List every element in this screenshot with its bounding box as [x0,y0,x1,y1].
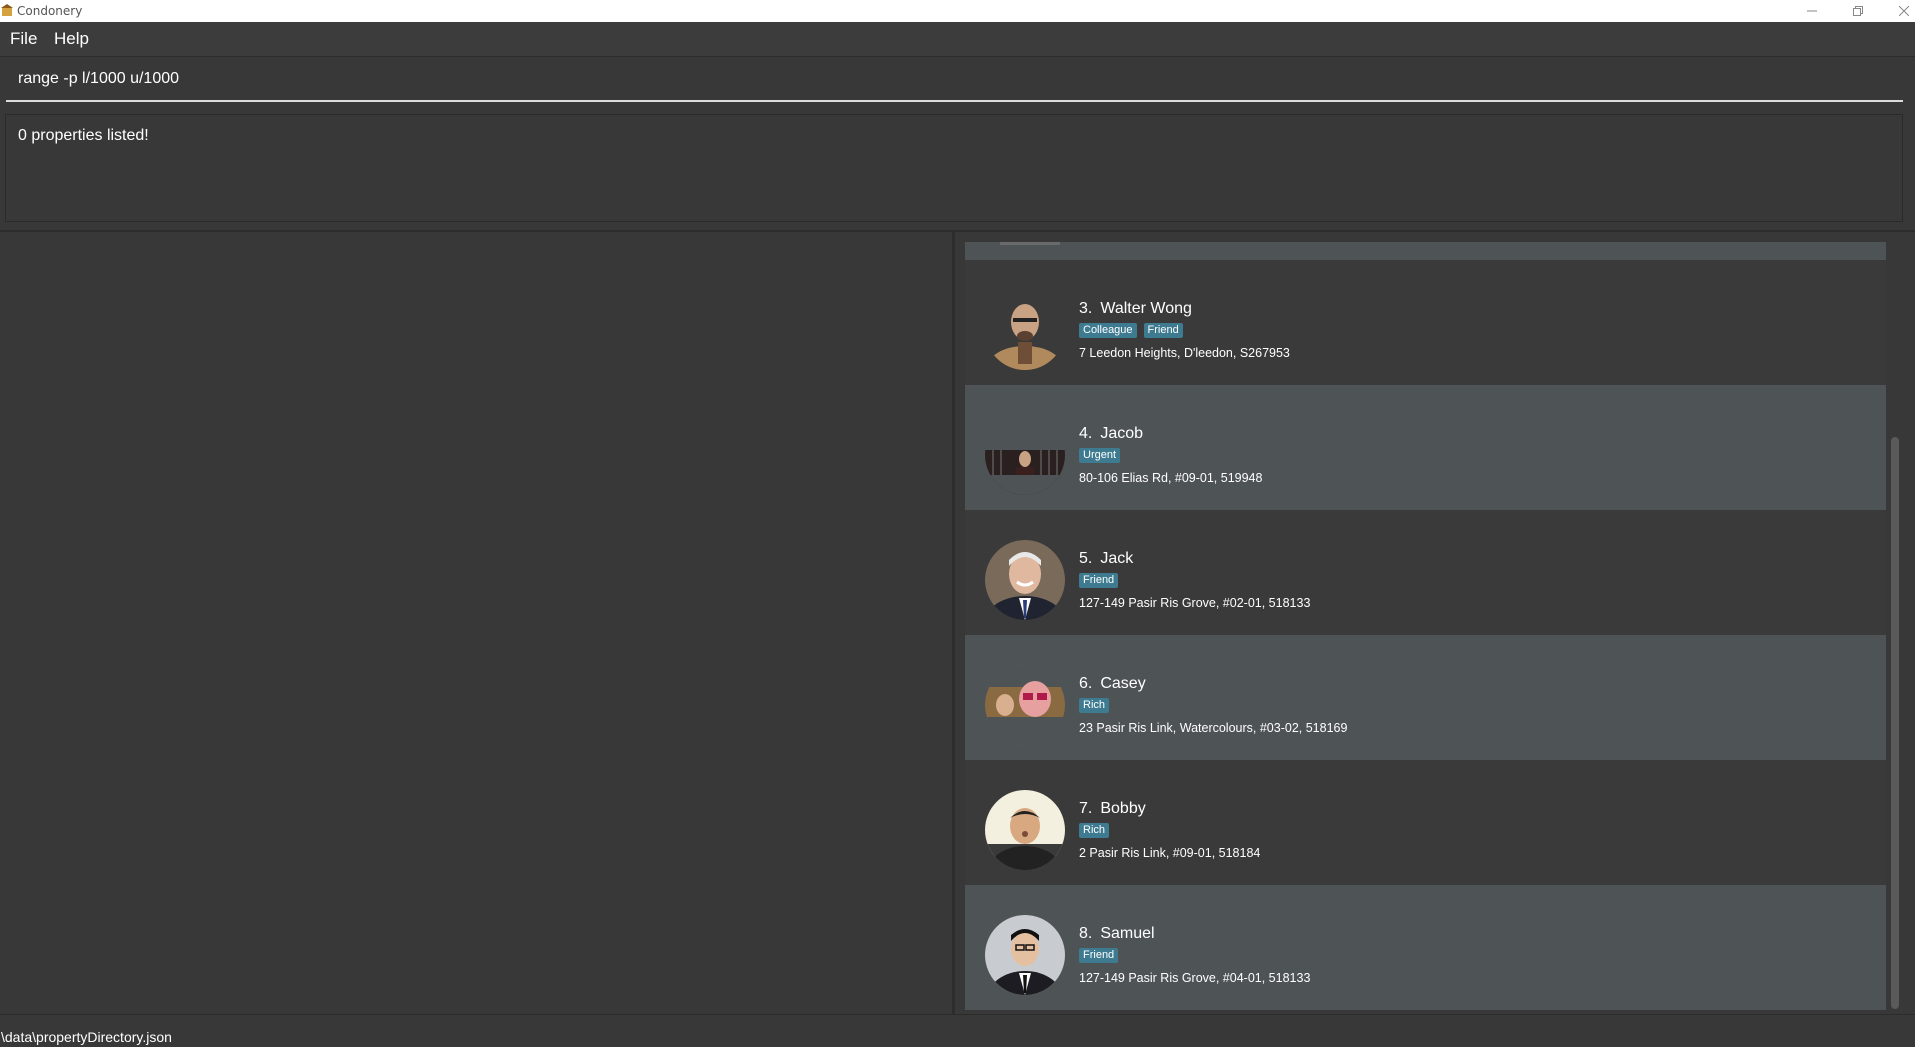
storage-path: \data\propertyDirectory.json [1,1029,172,1045]
property-name: Bobby [1100,800,1146,817]
list-item[interactable]: 7. Bobby Rich 2 Pasir Ris Link, #09-01, 5… [965,760,1886,885]
left-panel [0,232,952,1014]
property-name-row: 6. Casey [1079,675,1146,693]
property-name-row: 8. Samuel [1079,925,1155,943]
window-controls [1789,0,1927,22]
tag-badge: Urgent [1079,448,1121,463]
window-title: Condonery [17,4,83,18]
property-name-row: 7. Bobby [1079,800,1146,818]
property-name-row: 3. Walter Wong [1079,300,1192,318]
avatar [985,290,1065,370]
avatar [985,665,1065,745]
property-address: 2 Pasir Ris Link, #09-01, 518184 [1079,846,1261,860]
list-item[interactable]: 6. Casey Rich 23 Pasir Ris Link, Watercol… [965,635,1886,760]
result-message: 0 properties listed! [18,127,149,144]
minimize-icon[interactable] [1789,0,1835,22]
property-name-row: 5. Jack [1079,550,1133,568]
property-address: 127-149 Pasir Ris Grove, #04-01, 518133 [1079,971,1311,985]
background-window-edge [1915,22,1927,1024]
avatar [1000,242,1060,245]
list-item[interactable] [965,242,1886,260]
tag-list: Colleague Friend [1079,323,1183,338]
menu-help[interactable]: Help [54,29,89,49]
tag-list: Rich [1079,823,1110,838]
tag-badge: Rich [1079,823,1110,838]
list-scrollbar-thumb[interactable] [1891,437,1899,1009]
avatar [985,790,1065,870]
menu-bar: File Help [0,22,1915,57]
status-bar: \data\propertyDirectory.json [0,1014,1915,1047]
property-index: 3. [1079,300,1093,317]
property-index: 5. [1079,550,1093,567]
tag-badge: Friend [1143,323,1183,338]
title-bar: Condonery [0,0,1927,22]
close-icon[interactable] [1881,0,1927,22]
tag-list: Urgent [1079,448,1121,463]
tag-list: Friend [1079,948,1119,963]
app-icon [0,3,14,17]
menu-file[interactable]: File [10,29,37,49]
property-name: Jack [1100,550,1134,567]
property-index: 4. [1079,425,1093,442]
list-item[interactable]: 3. Walter Wong Colleague Friend 7 Leedon … [965,260,1886,385]
result-display: 0 properties listed! [5,114,1903,222]
property-name: Samuel [1100,925,1155,942]
avatar [985,415,1065,495]
command-box [6,58,1903,102]
list-item[interactable]: 5. Jack Friend 127-149 Pasir Ris Grove, #… [965,510,1886,635]
property-address: 7 Leedon Heights, D'leedon, S267953 [1079,346,1290,360]
property-address: 80-106 Elias Rd, #09-01, 519948 [1079,471,1263,485]
property-name: Jacob [1100,425,1144,442]
tag-list: Friend [1079,573,1119,588]
property-address: 23 Pasir Ris Link, Watercolours, #03-02,… [1079,721,1348,735]
property-name: Walter Wong [1100,300,1192,317]
tag-badge: Friend [1079,573,1119,588]
tag-badge: Colleague [1079,323,1137,338]
restore-icon[interactable] [1835,0,1881,22]
property-index: 7. [1079,800,1093,817]
tag-badge: Friend [1079,948,1119,963]
tag-badge: Rich [1079,698,1110,713]
property-address: 127-149 Pasir Ris Grove, #02-01, 518133 [1079,596,1311,610]
property-list-panel: 3. Walter Wong Colleague Friend 7 Leedon … [955,232,1915,1014]
list-item[interactable]: 4. Jacob Urgent 80-106 Elias Rd, #09-01, … [965,385,1886,510]
command-input[interactable] [6,58,1903,100]
app-window: File Help 0 properties listed! [0,22,1915,1047]
avatar [985,540,1065,620]
property-name-row: 4. Jacob [1079,425,1143,443]
property-index: 6. [1079,675,1093,692]
property-name: Casey [1100,675,1146,692]
property-index: 8. [1079,925,1093,942]
avatar [985,915,1065,995]
list-item[interactable]: 8. Samuel Friend 127-149 Pasir Ris Grove,… [965,885,1886,1010]
tag-list: Rich [1079,698,1110,713]
